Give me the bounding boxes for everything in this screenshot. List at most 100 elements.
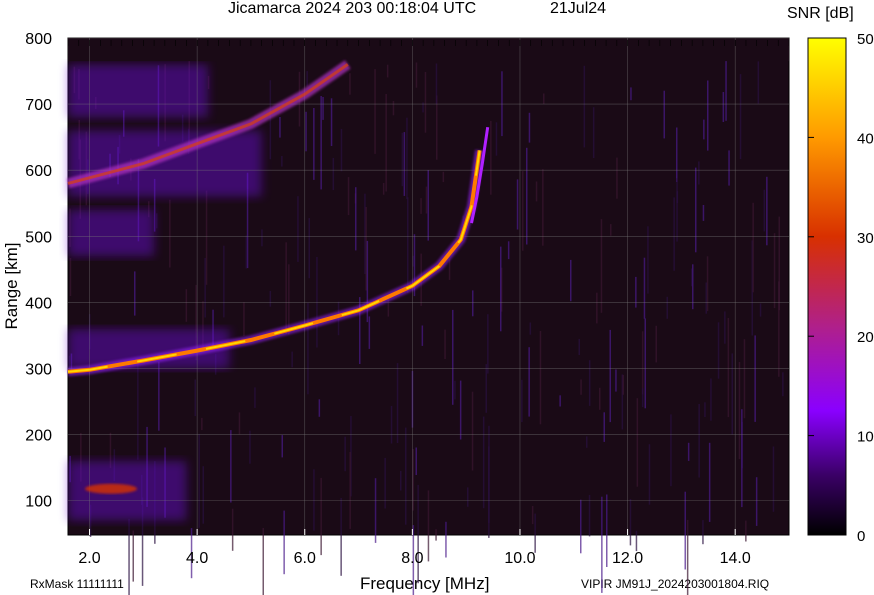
noise-streak bbox=[308, 218, 310, 279]
noise-streak bbox=[724, 311, 726, 344]
y-tick-label: 600 bbox=[25, 163, 52, 180]
noise-streak bbox=[231, 508, 234, 551]
noise-streak bbox=[507, 241, 510, 260]
noise-streak bbox=[772, 446, 775, 512]
noise-streak bbox=[739, 74, 742, 160]
noise-streak bbox=[249, 430, 251, 464]
noise-streak bbox=[578, 338, 580, 355]
noise-streak bbox=[559, 395, 561, 407]
noise-streak bbox=[392, 101, 395, 116]
echo-haze bbox=[68, 209, 155, 257]
noise-streak bbox=[725, 58, 727, 121]
x-tick-label: 6.0 bbox=[294, 550, 316, 567]
noise-streak bbox=[600, 219, 603, 313]
noise-streak bbox=[374, 478, 377, 543]
colorbar bbox=[807, 37, 847, 536]
noise-streak bbox=[204, 258, 206, 318]
noise-streak bbox=[396, 363, 399, 443]
noise-streak bbox=[708, 442, 711, 522]
noise-streak bbox=[420, 198, 422, 214]
noise-streak bbox=[487, 314, 489, 374]
noise-streak bbox=[485, 364, 487, 413]
noise-streak bbox=[778, 216, 780, 311]
noise-streak bbox=[630, 87, 632, 101]
noise-streak bbox=[731, 353, 733, 435]
noise-streak bbox=[332, 157, 335, 191]
noise-streak bbox=[676, 178, 678, 242]
noise-streak bbox=[238, 412, 241, 435]
noise-streak bbox=[412, 449, 414, 511]
noise-streak bbox=[291, 351, 293, 368]
noise-streak bbox=[349, 73, 351, 95]
colorbar-tick-label: 50 bbox=[857, 31, 874, 48]
noise-streak bbox=[207, 75, 210, 90]
ionogram-chart: 2.0 4.0 6.0 8.0 10.0 12.0 14.01002003004005006… bbox=[25, 31, 874, 595]
noise-streak bbox=[603, 412, 605, 442]
noise-streak bbox=[641, 388, 644, 408]
no-data-band bbox=[68, 38, 789, 62]
noise-streak bbox=[539, 331, 542, 425]
noise-streak bbox=[782, 372, 784, 397]
noise-streak bbox=[386, 64, 389, 78]
noise-streak bbox=[368, 316, 371, 349]
noise-streak bbox=[592, 107, 595, 158]
noise-streak bbox=[202, 466, 204, 524]
noise-streak bbox=[542, 169, 544, 246]
noise-streak bbox=[403, 132, 406, 196]
noise-streak bbox=[313, 469, 315, 531]
y-tick-label: 500 bbox=[25, 229, 52, 246]
x-tick-label: 12.0 bbox=[612, 550, 643, 567]
y-tick-label: 300 bbox=[25, 361, 52, 378]
noise-streak bbox=[529, 322, 532, 335]
noise-streak bbox=[307, 302, 309, 395]
noise-streak bbox=[445, 521, 447, 558]
noise-streak bbox=[405, 427, 407, 525]
noise-streak bbox=[522, 171, 524, 251]
noise-streak bbox=[194, 379, 196, 417]
noise-streak bbox=[727, 318, 730, 418]
noise-streak bbox=[528, 347, 530, 417]
noise-streak bbox=[243, 302, 245, 336]
noise-streak bbox=[421, 325, 424, 346]
noise-streak bbox=[482, 416, 485, 509]
noise-streak bbox=[673, 197, 675, 271]
noise-streak bbox=[435, 529, 437, 541]
noise-streak bbox=[622, 374, 624, 395]
noise-streak bbox=[531, 506, 534, 525]
noise-streak bbox=[495, 122, 498, 156]
noise-streak bbox=[401, 132, 404, 187]
noise-streak bbox=[318, 399, 321, 417]
noise-streak bbox=[424, 72, 427, 133]
noise-streak bbox=[666, 296, 668, 319]
noise-streak bbox=[344, 436, 346, 472]
y-tick-label: 800 bbox=[25, 31, 52, 48]
noise-streak bbox=[452, 309, 454, 405]
noise-streak bbox=[754, 335, 756, 422]
noise-streak bbox=[629, 499, 632, 546]
noise-streak bbox=[427, 490, 430, 562]
noise-streak bbox=[702, 520, 704, 545]
noise-streak bbox=[425, 186, 428, 214]
noise-streak bbox=[471, 391, 474, 471]
noise-streak bbox=[69, 258, 72, 296]
noise-streak bbox=[516, 179, 519, 230]
colorbar-tick-label: 40 bbox=[857, 130, 874, 147]
noise-streak bbox=[596, 292, 598, 324]
noise-streak bbox=[313, 108, 315, 180]
noise-streak bbox=[757, 61, 760, 104]
noise-streak bbox=[635, 530, 638, 552]
noise-streak bbox=[330, 98, 333, 146]
noise-streak bbox=[349, 452, 351, 529]
noise-streak bbox=[201, 417, 203, 431]
noise-streak bbox=[686, 519, 689, 595]
y-tick-label: 400 bbox=[25, 295, 52, 312]
noise-streak bbox=[454, 380, 456, 400]
noise-streak bbox=[601, 496, 603, 593]
noise-streak bbox=[534, 513, 536, 553]
noise-streak bbox=[588, 494, 591, 537]
noise-streak bbox=[707, 80, 709, 151]
noise-streak bbox=[406, 117, 408, 200]
noise-streak bbox=[644, 318, 646, 409]
x-tick-label: 2.0 bbox=[78, 550, 100, 567]
noise-streak bbox=[385, 94, 387, 192]
